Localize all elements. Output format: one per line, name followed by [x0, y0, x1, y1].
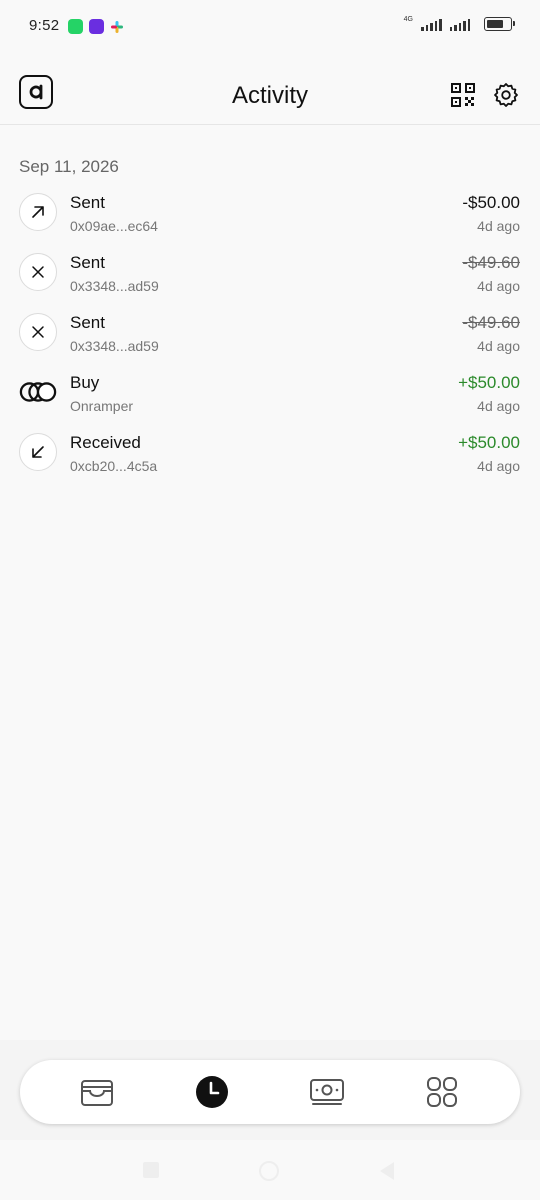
- activity-time: 4d ago: [477, 278, 520, 294]
- activity-title: Received: [70, 433, 141, 452]
- date-heading: Sep 11, 2026: [19, 157, 119, 176]
- apps-grid-icon: [427, 1077, 457, 1107]
- activity-provider: Onramper: [70, 398, 134, 414]
- activity-amount: -$49.60: [462, 253, 520, 272]
- x-icon: [19, 253, 57, 291]
- arrow-up-right-icon: [19, 193, 57, 231]
- arrow-down-left-icon: [19, 433, 57, 471]
- activity-time: 4d ago: [477, 218, 520, 234]
- activity-address: 0x3348...ad59: [70, 338, 159, 354]
- activity-address: 0xcb20...4c5a: [70, 458, 158, 474]
- system-nav-bar: [0, 1140, 540, 1200]
- activity-address: 0x09ae...ec64: [70, 218, 158, 234]
- activity-row[interactable]: Sent 0x3348...ad59 -$49.60 4d ago: [0, 303, 540, 363]
- status-indicators: 4G: [403, 15, 515, 31]
- slack-icon: [111, 21, 123, 33]
- network-type: 4G: [403, 15, 413, 23]
- signal-icon-2: [449, 18, 470, 31]
- settings-gear-icon[interactable]: [493, 82, 519, 108]
- recent-apps-icon[interactable]: [143, 1162, 159, 1178]
- nav-cash[interactable]: [309, 1074, 345, 1110]
- activity-title: Buy: [70, 373, 100, 392]
- wallet-icon: [81, 1080, 113, 1106]
- activity-row[interactable]: Sent 0x09ae...ec64 -$50.00 4d ago: [0, 183, 540, 243]
- app-header: Activity: [0, 52, 540, 125]
- nav-apps[interactable]: [424, 1074, 460, 1110]
- whatsapp-icon: [68, 19, 83, 34]
- onramper-icon: [19, 373, 57, 411]
- activity-address: 0x3348...ad59: [70, 278, 159, 294]
- cash-icon: [310, 1079, 344, 1105]
- activity-title: Sent: [70, 193, 105, 212]
- activity-row[interactable]: Sent 0x3348...ad59 -$49.60 4d ago: [0, 243, 540, 303]
- activity-time: 4d ago: [477, 338, 520, 354]
- nav-activity[interactable]: [194, 1074, 230, 1110]
- clock-icon: [196, 1076, 228, 1108]
- nav-wallet[interactable]: [79, 1074, 115, 1110]
- activity-amount: -$49.60: [462, 313, 520, 332]
- activity-row[interactable]: Buy Onramper +$50.00 4d ago: [0, 363, 540, 423]
- status-time: 9:52: [29, 17, 60, 34]
- x-icon: [19, 313, 57, 351]
- activity-time: 4d ago: [477, 398, 520, 414]
- activity-amount: +$50.00: [458, 373, 520, 392]
- activity-list: Sent 0x09ae...ec64 -$50.00 4d ago Sent 0…: [0, 183, 540, 483]
- qr-code-icon[interactable]: [450, 82, 476, 108]
- battery-icon: [484, 17, 515, 31]
- back-icon[interactable]: [380, 1162, 394, 1180]
- activity-row[interactable]: Received 0xcb20...4c5a +$50.00 4d ago: [0, 423, 540, 483]
- home-icon[interactable]: [259, 1161, 279, 1181]
- signal-icon: [421, 18, 442, 31]
- activity-amount: -$50.00: [462, 193, 520, 212]
- activity-title: Sent: [70, 313, 105, 332]
- status-bar: 9:52 4G: [0, 0, 540, 52]
- activity-time: 4d ago: [477, 458, 520, 474]
- activity-amount: +$50.00: [458, 433, 520, 452]
- notification-app-icon: [89, 19, 104, 34]
- activity-title: Sent: [70, 253, 105, 272]
- bottom-nav: [20, 1060, 520, 1124]
